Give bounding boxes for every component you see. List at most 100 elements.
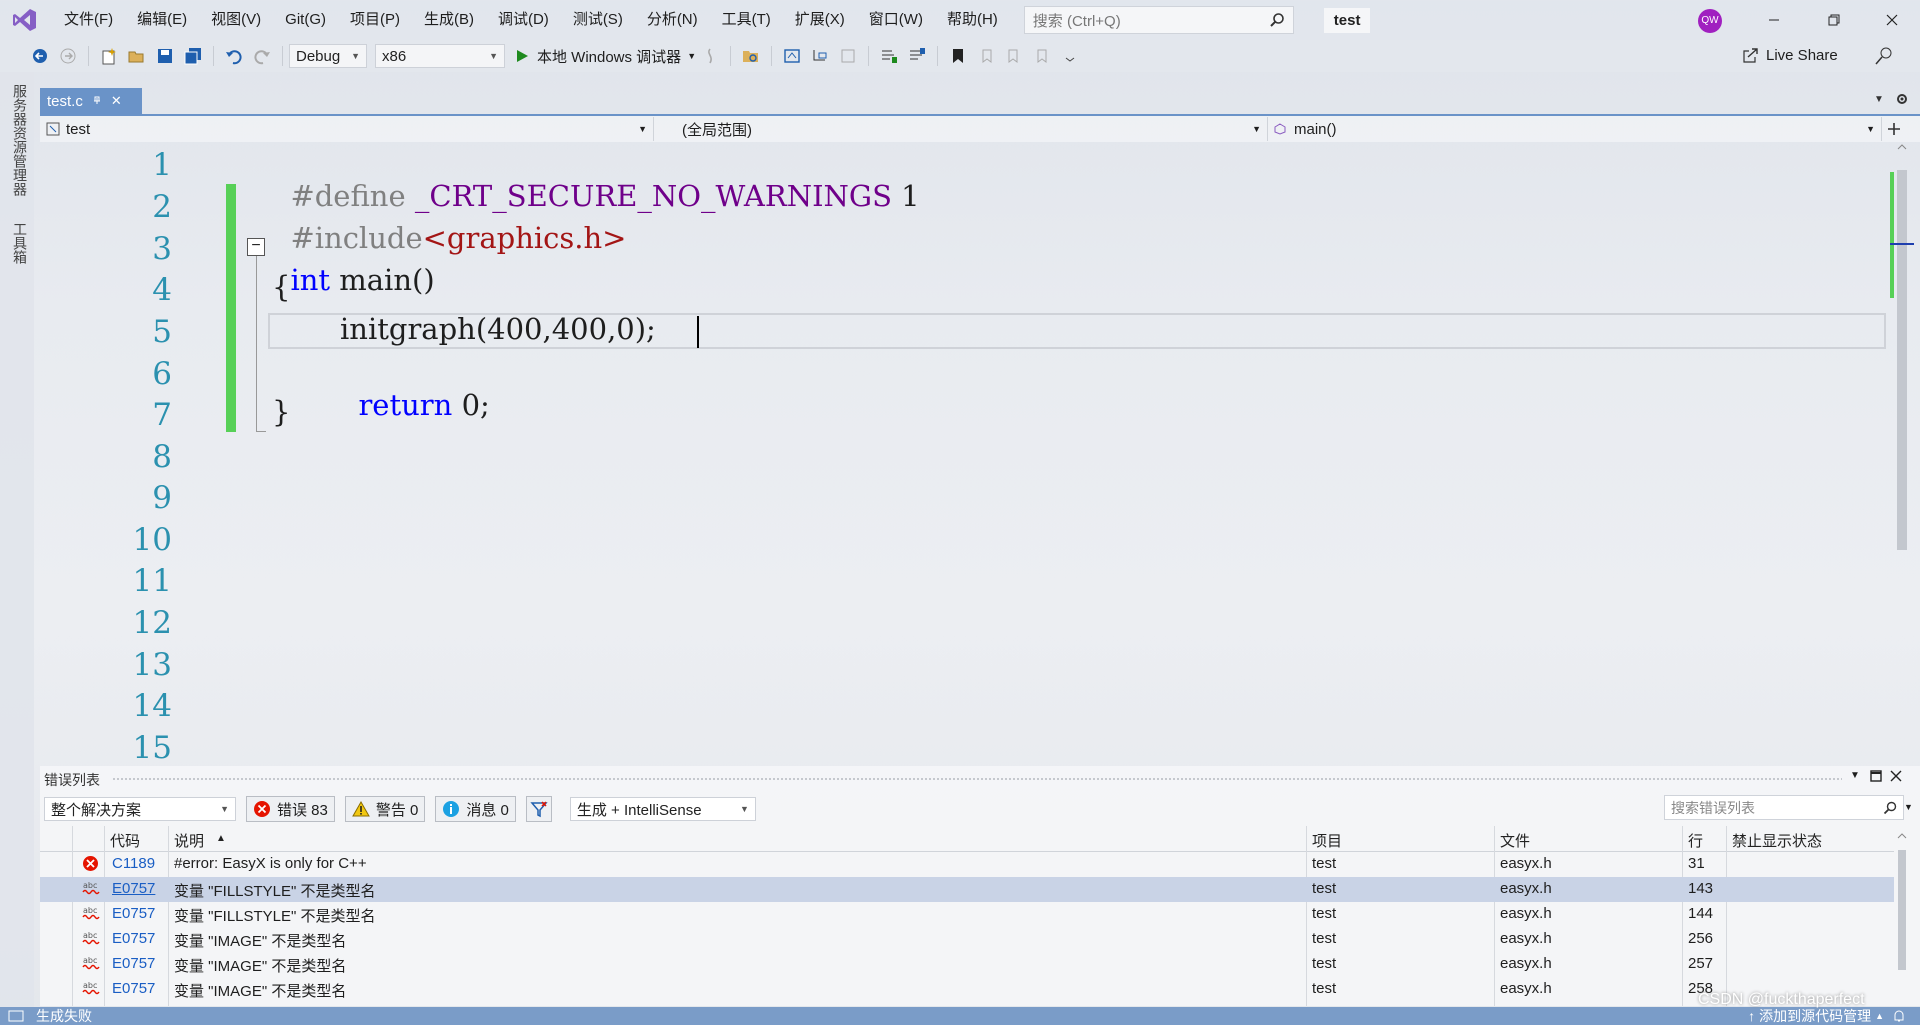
menu-help[interactable]: 帮助(H)	[935, 0, 1010, 40]
error-list-scrollbar[interactable]	[1894, 826, 1910, 1006]
messages-filter-button[interactable]: 消息 0	[435, 796, 516, 822]
server-explorer-tab[interactable]: 服务器资源管理器	[10, 84, 30, 196]
step-into-icon[interactable]	[808, 44, 832, 68]
comment-out-icon[interactable]	[877, 44, 901, 68]
close-panel-icon[interactable]	[1890, 770, 1902, 782]
line-number: 12	[132, 605, 172, 641]
panel-menu-icon[interactable]: ▼	[1850, 770, 1860, 781]
bookmark-icon[interactable]	[946, 44, 970, 68]
user-avatar[interactable]: QW	[1698, 9, 1722, 33]
scope-dropdown[interactable]: (全局范围) ▼	[654, 117, 1268, 141]
include-header: <graphics.h>	[422, 221, 627, 255]
column-header-code[interactable]: 代码	[110, 830, 140, 851]
error-row[interactable]: abc E0757 变量 "IMAGE" 不是类型名 test easyx.h …	[40, 977, 1894, 1006]
find-in-files-icon[interactable]	[739, 44, 763, 68]
split-window-icon[interactable]	[1882, 122, 1906, 136]
clear-bookmarks-icon[interactable]	[1030, 44, 1054, 68]
column-header-project[interactable]: 项目	[1312, 830, 1342, 851]
errors-filter-button[interactable]: 错误 83	[246, 796, 335, 822]
member-dropdown[interactable]: main() ▼	[1268, 117, 1882, 141]
error-description: 变量 "FILLSTYLE" 不是类型名	[174, 883, 376, 900]
visual-studio-logo-icon[interactable]	[12, 7, 38, 33]
error-row[interactable]: C1189 #error: EasyX is only for C++ test…	[40, 852, 1894, 877]
menu-file[interactable]: 文件(F)	[52, 0, 125, 40]
notifications-icon[interactable]	[1892, 1009, 1906, 1023]
column-header-line[interactable]: 行	[1688, 830, 1703, 851]
menu-test[interactable]: 测试(S)	[561, 0, 635, 40]
save-icon[interactable]	[153, 44, 177, 68]
platform-dropdown[interactable]: x86 ▼	[375, 44, 505, 68]
tab-list-dropdown-icon[interactable]: ▼	[1874, 94, 1884, 105]
error-description: 变量 "IMAGE" 不是类型名	[174, 983, 347, 1000]
project-dropdown[interactable]: test ▼	[40, 117, 654, 141]
navigate-forward-icon[interactable]	[56, 44, 80, 68]
output-icon[interactable]	[8, 1010, 24, 1022]
filter-button[interactable]	[525, 796, 552, 822]
menu-view[interactable]: 视图(V)	[199, 0, 273, 40]
column-header-file[interactable]: 文件	[1500, 830, 1530, 851]
configuration-dropdown[interactable]: Debug ▼	[289, 44, 367, 68]
settings-gear-icon[interactable]	[1895, 92, 1909, 106]
pin-icon[interactable]	[91, 95, 103, 107]
menu-analyze[interactable]: 分析(N)	[635, 0, 710, 40]
toolbox-tab[interactable]: 工具箱	[10, 222, 30, 264]
menu-build[interactable]: 生成(B)	[412, 0, 486, 40]
undo-icon[interactable]	[222, 44, 246, 68]
toolbar-overflow-icon[interactable]	[1058, 44, 1082, 68]
menu-edit[interactable]: 编辑(E)	[125, 0, 199, 40]
error-row[interactable]: abc E0757 变量 "FILLSTYLE" 不是类型名 test easy…	[40, 877, 1894, 902]
feedback-icon[interactable]	[1874, 46, 1894, 66]
error-code[interactable]: E0757	[112, 980, 155, 997]
column-header-suppression[interactable]: 禁止显示状态	[1732, 830, 1822, 851]
error-code[interactable]: E0757	[112, 905, 155, 922]
menu-project[interactable]: 项目(P)	[338, 0, 412, 40]
restore-button[interactable]	[1806, 0, 1862, 40]
menu-debug[interactable]: 调试(D)	[486, 0, 561, 40]
step-over-icon[interactable]	[836, 44, 860, 68]
hot-reload-icon[interactable]	[698, 44, 722, 68]
warnings-filter-button[interactable]: 警告 0	[344, 796, 426, 822]
solution-explorer-icon[interactable]	[780, 44, 804, 68]
next-bookmark-icon[interactable]	[1002, 44, 1026, 68]
new-project-icon[interactable]	[97, 44, 121, 68]
menu-extensions[interactable]: 扩展(X)	[783, 0, 857, 40]
error-row[interactable]: abc E0757 变量 "FILLSTYLE" 不是类型名 test easy…	[40, 902, 1894, 927]
redo-icon[interactable]	[250, 44, 274, 68]
change-tracking-bar	[226, 184, 236, 432]
save-all-icon[interactable]	[181, 44, 205, 68]
error-project: test	[1312, 905, 1337, 922]
error-row[interactable]: abc E0757 变量 "IMAGE" 不是类型名 test easyx.h …	[40, 952, 1894, 977]
uncomment-icon[interactable]	[905, 44, 929, 68]
menu-window[interactable]: 窗口(W)	[857, 0, 935, 40]
previous-bookmark-icon[interactable]	[974, 44, 998, 68]
scrollbar-thumb[interactable]	[1897, 170, 1907, 550]
navigate-back-icon[interactable]	[28, 44, 52, 68]
line-number: 4	[152, 272, 172, 308]
scope-filter-dropdown[interactable]: 整个解决方案 ▼	[44, 797, 236, 821]
menu-git[interactable]: Git(G)	[273, 0, 338, 40]
start-debugging-button[interactable]: 本地 Windows 调试器 ▼	[515, 46, 696, 67]
search-input[interactable]: 搜索 (Ctrl+Q)	[1023, 6, 1294, 34]
menu-tools[interactable]: 工具(T)	[710, 0, 783, 40]
intellisense-error-icon: abc	[82, 929, 100, 947]
open-file-icon[interactable]	[125, 44, 149, 68]
line-number: 6	[152, 356, 172, 392]
panel-grip[interactable]	[112, 777, 1842, 781]
build-source-dropdown[interactable]: 生成 + IntelliSense ▼	[569, 797, 756, 821]
scrollbar-change-marker	[1890, 172, 1894, 298]
column-header-description[interactable]: 说明	[174, 830, 204, 851]
error-code[interactable]: E0757	[112, 955, 155, 972]
close-tab-icon[interactable]: ✕	[111, 93, 122, 109]
live-share-button[interactable]: Live Share	[1742, 46, 1838, 64]
error-search-input[interactable]: 搜索错误列表	[1664, 795, 1904, 820]
error-code[interactable]: C1189	[112, 855, 155, 872]
error-code[interactable]: E0757	[112, 880, 155, 897]
search-options-dropdown-icon[interactable]: ▼	[1904, 802, 1913, 812]
close-window-button[interactable]	[1864, 0, 1920, 40]
maximize-panel-icon[interactable]	[1870, 770, 1882, 782]
tab-test-c[interactable]: test.c ✕	[40, 88, 142, 114]
error-code[interactable]: E0757	[112, 930, 155, 947]
error-row[interactable]: abc E0757 变量 "IMAGE" 不是类型名 test easyx.h …	[40, 927, 1894, 952]
minimize-button[interactable]	[1746, 0, 1802, 40]
collapse-icon[interactable]: −	[247, 238, 265, 256]
